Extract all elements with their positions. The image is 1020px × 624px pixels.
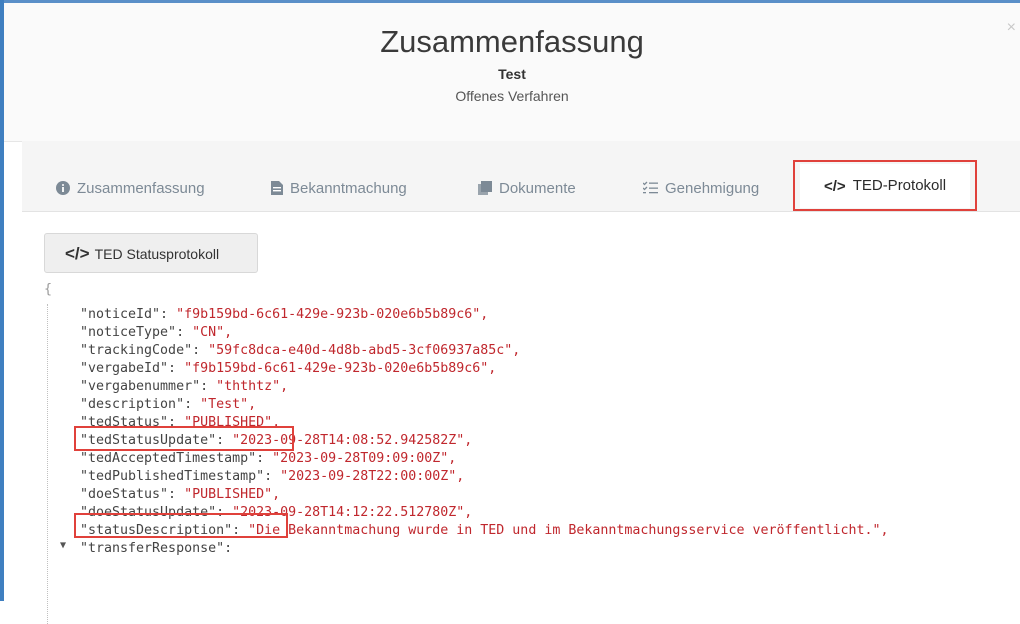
json-value: "CN", — [192, 325, 233, 340]
json-key: "vergabenummer": — [80, 379, 217, 394]
json-line: "tedAcceptedTimestamp": "2023-09-28T09:0… — [80, 450, 456, 468]
json-value: "PUBLISHED", — [184, 415, 281, 430]
json-line: "tedStatus": "PUBLISHED", — [80, 414, 280, 432]
button-label: TED Statusprotokoll — [94, 246, 220, 262]
json-line: "noticeType": "CN", — [80, 324, 232, 342]
json-open-brace: { — [44, 282, 53, 297]
json-value: "2023-09-28T14:12:22.512780Z", — [232, 505, 473, 520]
summary-modal: Zusammenfassung Test Offenes Verfahren ×… — [4, 3, 1020, 624]
json-line: "doeStatus": "PUBLISHED", — [80, 486, 280, 504]
json-line: "statusDescription": "Die Bekanntmachung… — [80, 522, 889, 540]
json-value: "2023-09-28T14:08:52.942582Z", — [232, 433, 473, 448]
json-key: "tedAcceptedTimestamp": — [80, 451, 273, 466]
tab-label: TED-Protokoll — [852, 177, 947, 194]
json-key: "trackingCode": — [80, 343, 209, 358]
json-key: "statusDescription": — [80, 523, 249, 538]
close-icon[interactable]: × — [1007, 19, 1016, 37]
json-line: "trackingCode": "59fc8dca-e40d-4d8b-abd5… — [80, 342, 520, 360]
tab-label: Dokumente — [499, 180, 576, 197]
json-key: "noticeType": — [80, 325, 193, 340]
json-key: "doeStatus": — [80, 487, 185, 502]
json-value: "ththtz", — [216, 379, 289, 394]
modal-header: Zusammenfassung Test Offenes Verfahren × — [4, 3, 1020, 142]
document-icon — [271, 181, 283, 199]
code-icon: </> — [65, 244, 90, 263]
json-value: "59fc8dca-e40d-4d8b-abd5-3cf06937a85c", — [208, 343, 521, 358]
json-line: "description": "Test", — [80, 396, 256, 414]
code-icon: </> — [824, 178, 846, 195]
json-line: "vergabeId": "f9b159bd-6c61-429e-923b-02… — [80, 360, 496, 378]
list-check-icon — [642, 181, 658, 199]
json-key: "vergabeId": — [80, 361, 185, 376]
json-value: "2023-09-28T22:00:00Z", — [280, 469, 465, 484]
json-line: "noticeId": "f9b159bd-6c61-429e-923b-020… — [80, 306, 488, 324]
json-key: "tedStatus": — [80, 415, 185, 430]
json-indent-guide — [47, 304, 48, 624]
tab-genehmigung[interactable]: Genehmigung — [642, 180, 760, 199]
modal-subtitle: Test — [498, 66, 526, 82]
json-value: "PUBLISHED", — [184, 487, 281, 502]
json-key: "description": — [80, 397, 201, 412]
tab-bekanntmachung[interactable]: Bekanntmachung — [271, 180, 407, 199]
collapse-arrow-icon[interactable]: ▼ — [60, 540, 66, 551]
json-line: "vergabenummer": "ththtz", — [80, 378, 288, 396]
tab-zusammenfassung[interactable]: Zusammenfassung — [56, 180, 205, 199]
json-value: "Test", — [200, 397, 257, 412]
info-circle-icon — [56, 181, 70, 199]
tab-content: </> TED Statusprotokoll { "noticeId": "f9… — [22, 212, 1020, 624]
json-value: "2023-09-28T09:09:00Z", — [272, 451, 457, 466]
tab-label: Bekanntmachung — [290, 180, 407, 197]
json-value: "Die Bekanntmachung wurde in TED und im … — [248, 523, 889, 538]
ted-status-protocol-button[interactable]: </> TED Statusprotokoll — [44, 233, 258, 273]
json-key: "tedStatusUpdate": — [80, 433, 233, 448]
tab-label: Genehmigung — [665, 180, 760, 197]
tab-label: Zusammenfassung — [77, 180, 205, 197]
tab-bar: Zusammenfassung Bekanntmachung Dokumente… — [22, 141, 1020, 212]
json-key: "transferResponse": — [80, 541, 233, 556]
json-value: "f9b159bd-6c61-429e-923b-020e6b5b89c6", — [176, 307, 489, 322]
json-key: "noticeId": — [80, 307, 177, 322]
json-line: "tedStatusUpdate": "2023-09-28T14:08:52.… — [80, 432, 472, 450]
tab-dokumente[interactable]: Dokumente — [478, 180, 576, 199]
json-key: "tedPublishedTimestamp": — [80, 469, 281, 484]
tab-ted-protokoll[interactable]: </> TED-Protokoll — [800, 164, 971, 208]
modal-title: Zusammenfassung — [380, 24, 644, 59]
procedure-type: Offenes Verfahren — [455, 88, 569, 104]
copy-icon — [478, 181, 492, 199]
json-line: "doeStatusUpdate": "2023-09-28T14:12:22.… — [80, 504, 472, 522]
json-line: "tedPublishedTimestamp": "2023-09-28T22:… — [80, 468, 464, 486]
json-value: "f9b159bd-6c61-429e-923b-020e6b5b89c6", — [184, 361, 497, 376]
json-line: "transferResponse": — [80, 540, 232, 558]
json-key: "doeStatusUpdate": — [80, 505, 233, 520]
